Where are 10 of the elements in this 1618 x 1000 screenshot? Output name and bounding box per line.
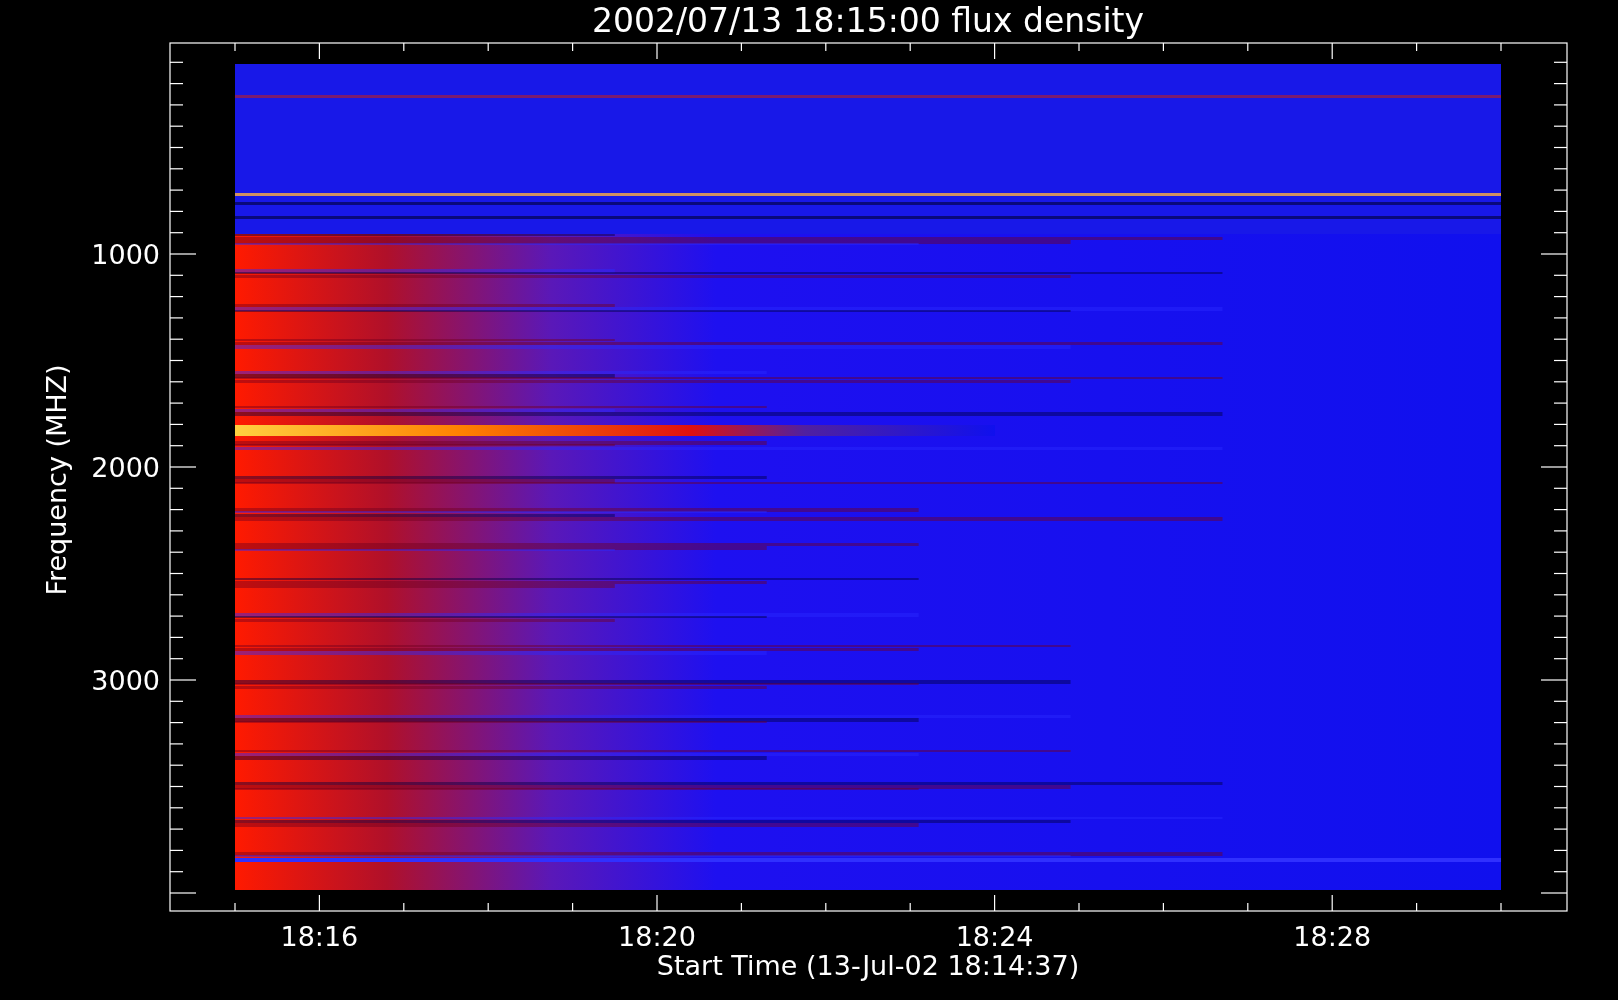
axis-title: Start Time (13-Jul-02 18:14:37) xyxy=(656,950,1080,981)
plot-title: 2002/07/13 18:15:00 flux density xyxy=(591,1,1145,40)
axis-tick-label: 18:24 xyxy=(955,921,1034,952)
axis-title: Frequency (MHZ) xyxy=(41,364,72,596)
axis-tick-label: 2000 xyxy=(91,452,160,483)
axis-tick-label: 1000 xyxy=(91,239,160,270)
axis-tick-label: 18:16 xyxy=(280,921,359,952)
axis-tick-label: 3000 xyxy=(91,665,160,696)
axis-tick-label: 18:28 xyxy=(1293,921,1372,952)
axis-tick-label: 18:20 xyxy=(618,921,696,952)
